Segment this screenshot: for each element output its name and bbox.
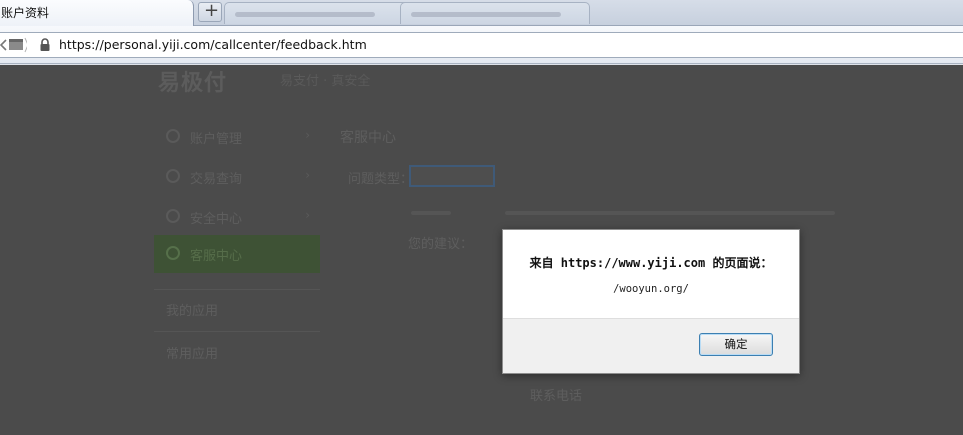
chevron-right-icon: › — [305, 168, 310, 182]
question-type-label: 问题类型： — [348, 172, 414, 187]
divider — [154, 331, 320, 332]
suggestion-label: 您的建议： — [408, 237, 474, 252]
section-title: 客服中心 — [340, 130, 396, 146]
shield-icon — [166, 209, 180, 223]
lock-icon — [40, 38, 50, 51]
divider — [154, 289, 320, 290]
ok-button[interactable]: 确定 — [699, 333, 773, 356]
tab-title: 账户资料 — [1, 6, 50, 20]
sidebar-item-label: 账户管理 — [190, 132, 243, 147]
alert-dialog: 来自 https://www.yiji.com 的页面说： /wooyun.or… — [502, 229, 800, 374]
question-type-select[interactable] — [409, 165, 495, 187]
sidebar-item-security[interactable]: 安全中心 › — [154, 198, 320, 234]
headset-icon — [166, 246, 180, 260]
site-slogan: 易支付 · 真安全 — [280, 74, 371, 89]
tab-bar: 账户资料 + — [0, 0, 963, 26]
tab-background[interactable] — [224, 2, 414, 24]
dialog-message: /wooyun.org/ — [613, 283, 689, 295]
new-tab-button[interactable]: + — [198, 0, 222, 22]
placeholder-line — [411, 211, 451, 215]
chevron-right-icon: › — [305, 128, 310, 142]
search-icon — [166, 169, 180, 183]
common-apps-link[interactable]: 常用应用 — [166, 343, 218, 362]
placeholder-line — [505, 211, 835, 215]
navigation-bar: https://personal.yiji.com/callcenter/fee… — [0, 26, 963, 64]
tab-active[interactable]: 账户资料 — [0, 0, 194, 26]
sidebar-item-label: 安全中心 — [190, 212, 243, 227]
tab-background[interactable] — [400, 2, 590, 24]
sidebar-item-label: 客服中心 — [190, 249, 243, 264]
contact-label: 联系电话 — [530, 389, 583, 404]
sidebar-item-transactions[interactable]: 交易查询 › — [154, 158, 320, 194]
page-overlay: 易极付 易支付 · 真安全 账户管理 › 交易查询 › 安全中心 › 客服中心 … — [0, 65, 963, 435]
url-text[interactable]: https://personal.yiji.com/callcenter/fee… — [59, 37, 367, 52]
my-apps-heading: 我的应用 — [166, 304, 219, 319]
sidebar-item-account[interactable]: 账户管理 › — [154, 118, 320, 154]
site-logo: 易极付 — [158, 71, 228, 96]
sidebar-item-label: 交易查询 — [190, 172, 243, 187]
dialog-title: 来自 https://www.yiji.com 的页面说： — [529, 256, 773, 270]
plus-icon: + — [204, 0, 220, 21]
dialog-footer: 确定 — [503, 318, 799, 373]
chevron-right-icon: › — [305, 208, 310, 222]
user-icon — [166, 129, 180, 143]
sidebar-item-service[interactable]: 客服中心 — [154, 235, 320, 273]
tab-title-blurred — [411, 12, 561, 17]
tab-title-blurred — [235, 12, 375, 17]
address-bar[interactable]: https://personal.yiji.com/callcenter/fee… — [0, 32, 963, 58]
site-identity-icon[interactable] — [7, 36, 27, 54]
